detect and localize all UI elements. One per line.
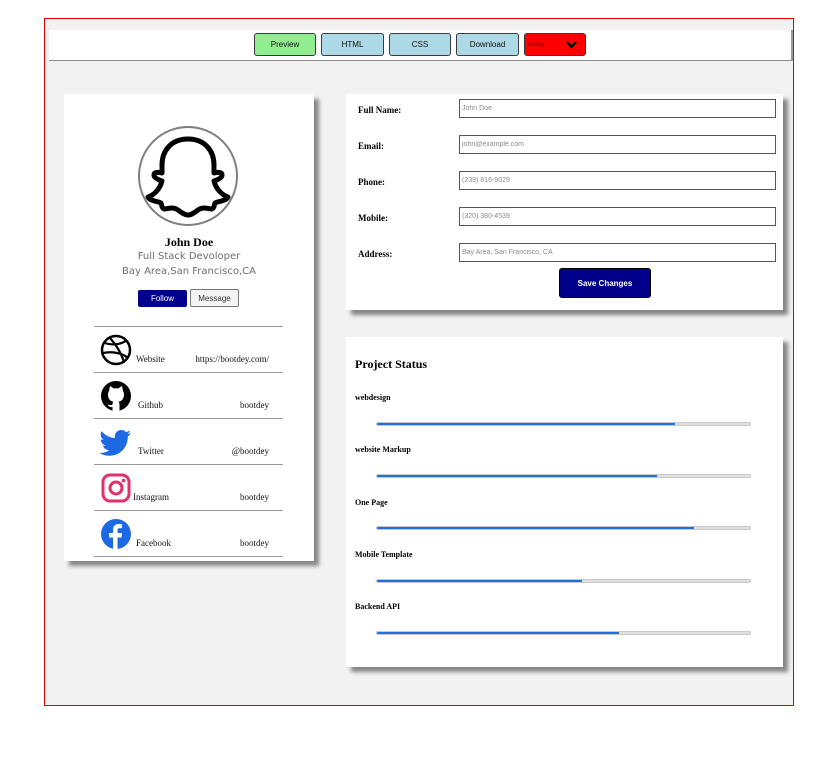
progress-fill <box>377 423 676 425</box>
github-icon <box>101 381 131 411</box>
social-value-facebook: bootdey <box>240 538 269 548</box>
avatar <box>138 126 238 226</box>
social-label-github: Github <box>138 400 164 410</box>
project-label: One Page <box>355 498 388 507</box>
social-label-twitter: Twitter <box>138 446 164 456</box>
social-label-instagram: Instagram <box>133 492 169 502</box>
social-value-twitter: @bootdey <box>231 446 269 456</box>
email-label: Email: <box>358 141 384 151</box>
html-button[interactable]: HTML <box>321 33 384 56</box>
progress-bar <box>376 631 751 635</box>
progress-bar <box>376 526 751 530</box>
social-value-instagram: bootdey <box>240 492 269 502</box>
profile-title: Full Stack Devoloper <box>137 251 241 262</box>
progress-fill <box>377 632 620 634</box>
message-button[interactable]: Message <box>190 289 239 307</box>
instagram-icon <box>101 473 131 503</box>
social-label-website: Website <box>136 354 165 364</box>
project-label: Mobile Template <box>355 550 413 559</box>
progress-bar <box>376 579 751 583</box>
css-button[interactable]: CSS <box>389 33 451 56</box>
full-name-label: Full Name: <box>358 105 402 115</box>
snapchat-ghost-icon <box>145 136 231 218</box>
profile-name: John Doe <box>164 235 214 249</box>
progress-fill <box>377 527 695 529</box>
toolbar: Preview HTML CSS Download Assign <box>49 30 793 61</box>
address-input[interactable] <box>459 243 776 262</box>
facebook-icon <box>101 519 131 549</box>
twitter-icon <box>100 430 131 456</box>
mobile-input[interactable] <box>459 207 776 226</box>
dribbble-icon <box>100 334 132 366</box>
app-frame: Preview HTML CSS Download Assign John Do… <box>44 18 794 706</box>
social-item-website[interactable]: Website https://bootdey.com/ <box>94 327 283 373</box>
preview-button[interactable]: Preview <box>254 33 316 56</box>
phone-input[interactable] <box>459 171 776 190</box>
project-label: website Markup <box>355 445 411 454</box>
progress-fill <box>377 580 583 582</box>
social-item-github[interactable]: Github bootdey <box>94 373 283 419</box>
project-label: webdesign <box>355 393 391 402</box>
assign-dropdown[interactable]: Assign <box>524 33 586 56</box>
project-status-card: Project Status webdesign website Markup … <box>346 337 783 667</box>
profile-card: John Doe Full Stack Devoloper Bay Area,S… <box>64 94 314 561</box>
download-button[interactable]: Download <box>456 33 519 56</box>
assign-label: Assign <box>528 41 547 48</box>
full-name-input[interactable] <box>459 99 776 118</box>
profile-form-card: Full Name: Email: Phone: Mobile: Address… <box>346 94 783 310</box>
progress-bar <box>376 474 751 478</box>
email-input[interactable] <box>459 135 776 154</box>
phone-label: Phone: <box>358 177 385 187</box>
chevron-down-icon <box>566 40 577 49</box>
mobile-label: Mobile: <box>358 213 388 223</box>
project-status-title: Project Status <box>355 357 428 371</box>
progress-fill <box>377 475 657 477</box>
progress-bar <box>376 422 751 426</box>
social-item-twitter[interactable]: Twitter @bootdey <box>94 419 283 465</box>
save-changes-button[interactable]: Save Changes <box>559 268 651 298</box>
follow-button[interactable]: Follow <box>138 290 187 307</box>
social-label-facebook: Facebook <box>136 538 171 548</box>
social-item-instagram[interactable]: Instagram bootdey <box>94 465 283 511</box>
address-label: Address: <box>358 249 393 259</box>
social-links-list: Website https://bootdey.com/ Github boot… <box>94 326 283 557</box>
social-value-website: https://bootdey.com/ <box>195 354 269 364</box>
profile-location: Bay Area,San Francisco,CA <box>122 266 256 277</box>
social-item-facebook[interactable]: Facebook bootdey <box>94 511 283 557</box>
social-value-github: bootdey <box>240 400 269 410</box>
project-label: Backend API <box>355 602 401 611</box>
